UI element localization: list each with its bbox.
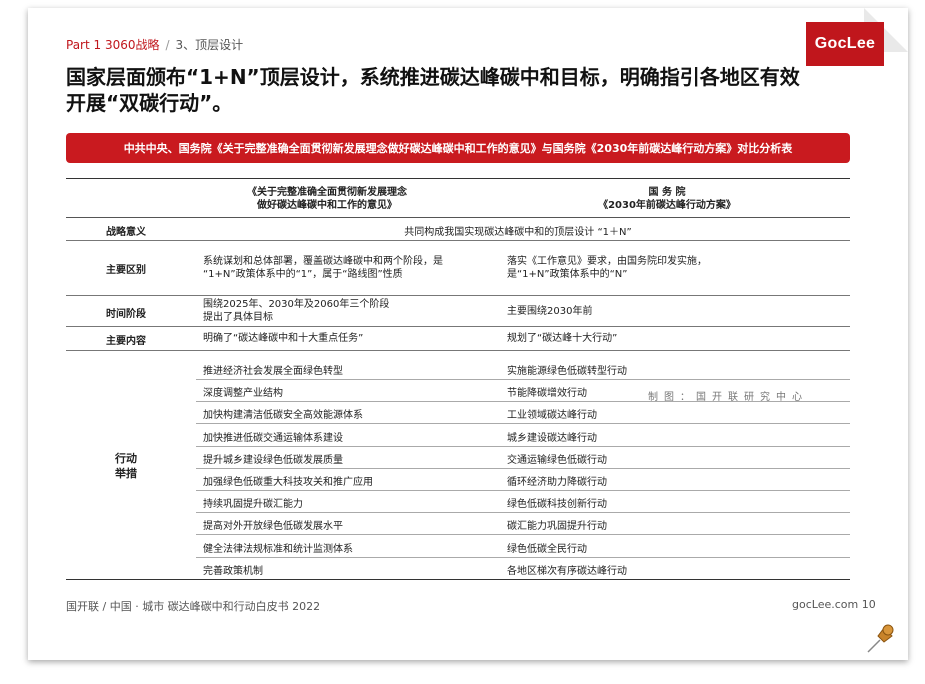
row-left-line1: 围绕2025年、2030年及2060年三个阶段 xyxy=(203,299,390,310)
table-row-time-phase: 时间阶段 围绕2025年、2030年及2060年三个阶段 提出了具体目标 主要围… xyxy=(66,296,850,327)
header-right: 国 务 院 《2030年前碳达峰行动方案》 xyxy=(502,186,832,212)
footer-publication: 国开联 / 中国 · 城市 碳达峰碳中和行动白皮书 2022 xyxy=(66,600,321,613)
row-label: 战略意义 xyxy=(106,227,146,238)
row-right-value: 规划了“碳达峰十大行动” xyxy=(507,333,618,344)
header-left-line2: 做好碳达峰碳中和工作的意见》 xyxy=(257,200,397,211)
action-row: 提升城乡建设绿色低碳发展质量 交通运输绿色低碳行动 xyxy=(196,446,850,469)
pushpin-icon xyxy=(867,624,894,653)
action-label-line2: 举措 xyxy=(115,467,137,480)
goclee-logo: GocLee xyxy=(806,22,884,66)
document-page: Part 1 3060战略 / 3、顶层设计 GocLee 国家层面颁布“1+N”顶… xyxy=(28,8,908,660)
breadcrumb: Part 1 3060战略 / 3、顶层设计 xyxy=(66,36,243,53)
action-row: 加强绿色低碳重大科技攻关和推广应用 循环经济助力降碳行动 xyxy=(196,468,850,491)
row-label: 主要区别 xyxy=(106,265,146,276)
action-right-item: 碳汇能力巩固提升行动 xyxy=(507,521,607,533)
action-right-item: 交通运输绿色低碳行动 xyxy=(507,454,607,466)
action-row: 加快推进低碳交通运输体系建设 城乡建设碳达峰行动 xyxy=(196,424,850,447)
header-left-line1: 《关于完整准确全面贯彻新发展理念 xyxy=(247,187,407,198)
footer-page-number: gocLee.com 10 xyxy=(792,598,876,611)
row-left-line1: 系统谋划和总体部署，覆盖碳达峰碳中和两个阶段，是 xyxy=(203,256,443,267)
row-right-value: 落实《工作意见》要求，由国务院印发实施， 是“1+N”政策体系中的“N” xyxy=(507,255,837,281)
row-right-line2: 是“1+N”政策体系中的“N” xyxy=(507,269,628,280)
table-row-main-differences: 主要区别 系统谋划和总体部署，覆盖碳达峰碳中和两个阶段，是 “1+N”政策体系中… xyxy=(66,241,850,296)
action-right-item: 绿色低碳科技创新行动 xyxy=(507,499,607,511)
header-right-line2: 《2030年前碳达峰行动方案》 xyxy=(598,200,736,211)
header-right-line1: 国 务 院 xyxy=(648,187,686,198)
action-right-item: 各地区梯次有序碳达峰行动 xyxy=(507,565,627,577)
breadcrumb-part: Part 1 3060战略 xyxy=(66,38,160,52)
action-left-item: 持续巩固提升碳汇能力 xyxy=(203,499,303,511)
action-right-item: 节能降碳增效行动 xyxy=(507,388,587,400)
action-label-line1: 行动 xyxy=(115,452,137,465)
action-row: 持续巩固提升碳汇能力 绿色低碳科技创新行动 xyxy=(196,490,850,514)
action-left-item: 加强绿色低碳重大科技攻关和推广应用 xyxy=(203,477,373,488)
row-right-value: 主要围绕2030年前 xyxy=(507,306,593,317)
action-row: 推进经济社会发展全面绿色转型 实施能源绿色低碳转型行动 xyxy=(196,357,850,380)
table-row-main-content: 主要内容 明确了“碳达峰碳中和十大重点任务” 规划了“碳达峰十大行动” xyxy=(66,327,850,351)
chart-credit-watermark: 制图：国开联研究中心 xyxy=(648,392,808,403)
row-left-value: 系统谋划和总体部署，覆盖碳达峰碳中和两个阶段，是 “1+N”政策体系中的“1”，… xyxy=(203,255,493,281)
action-left-item: 健全法律法规标准和统计监测体系 xyxy=(203,543,353,555)
row-label: 时间阶段 xyxy=(106,309,146,320)
action-left-item: 加快构建清洁低碳安全高效能源体系 xyxy=(203,410,363,422)
action-left-item: 推进经济社会发展全面绿色转型 xyxy=(203,366,343,377)
action-left-item: 提高对外开放绿色低碳发展水平 xyxy=(203,521,343,533)
action-right-item: 循环经济助力降碳行动 xyxy=(507,477,607,488)
action-right-item: 实施能源绿色低碳转型行动 xyxy=(507,366,627,377)
table-title-banner: 中共中央、国务院《关于完整准确全面贯彻新发展理念做好碳达峰碳中和工作的意见》与国… xyxy=(66,133,850,163)
row-left-line2: 提出了具体目标 xyxy=(203,312,273,323)
action-row: 提高对外开放绿色低碳发展水平 碳汇能力巩固提升行动 xyxy=(196,512,850,536)
row-left-line2: “1+N”政策体系中的“1”，属于“路线图”性质 xyxy=(203,269,403,280)
action-row: 健全法律法规标准和统计监测体系 绿色低碳全民行动 xyxy=(196,535,850,558)
row-left-value: 围绕2025年、2030年及2060年三个阶段 提出了具体目标 xyxy=(203,298,493,324)
breadcrumb-section: 3、顶层设计 xyxy=(175,38,244,52)
action-left-item: 提升城乡建设绿色低碳发展质量 xyxy=(203,454,343,466)
action-row: 完善政策机制 各地区梯次有序碳达峰行动 xyxy=(196,557,850,579)
row-label: 主要内容 xyxy=(106,336,146,347)
row-left-value: 明确了“碳达峰碳中和十大重点任务” xyxy=(203,333,364,344)
table-row-strategic-significance: 战略意义 共同构成我国实现碳达峰碳中和的顶层设计 “1＋N” xyxy=(66,218,850,241)
action-right-item: 城乡建设碳达峰行动 xyxy=(507,432,597,444)
row-right-line1: 落实《工作意见》要求，由国务院印发实施， xyxy=(507,256,707,267)
table-row-actions: 行动 举措 推进经济社会发展全面绿色转型 实施能源绿色低碳转型行动深度调整产业结构… xyxy=(66,351,850,580)
action-left-item: 深度调整产业结构 xyxy=(203,388,283,400)
table-header-row: 《关于完整准确全面贯彻新发展理念 做好碳达峰碳中和工作的意见》 国 务 院 《2… xyxy=(66,178,850,218)
row-span-value: 共同构成我国实现碳达峰碳中和的顶层设计 “1＋N” xyxy=(404,227,632,238)
action-right-item: 绿色低碳全民行动 xyxy=(507,543,587,555)
comparison-table: 《关于完整准确全面贯彻新发展理念 做好碳达峰碳中和工作的意见》 国 务 院 《2… xyxy=(66,178,850,580)
action-row: 加快构建清洁低碳安全高效能源体系 工业领域碳达峰行动 xyxy=(196,401,850,425)
breadcrumb-separator: / xyxy=(165,38,170,52)
page-headline: 国家层面颁布“1+N”顶层设计，系统推进碳达峰碳中和目标，明确指引各地区有效开展… xyxy=(66,65,800,115)
action-label: 行动 举措 xyxy=(66,451,186,481)
action-left-item: 加快推进低碳交通运输体系建设 xyxy=(203,432,343,444)
action-left-item: 完善政策机制 xyxy=(203,565,263,577)
action-right-item: 工业领域碳达峰行动 xyxy=(507,410,597,422)
header-left: 《关于完整准确全面贯彻新发展理念 做好碳达峰碳中和工作的意见》 xyxy=(214,186,440,212)
